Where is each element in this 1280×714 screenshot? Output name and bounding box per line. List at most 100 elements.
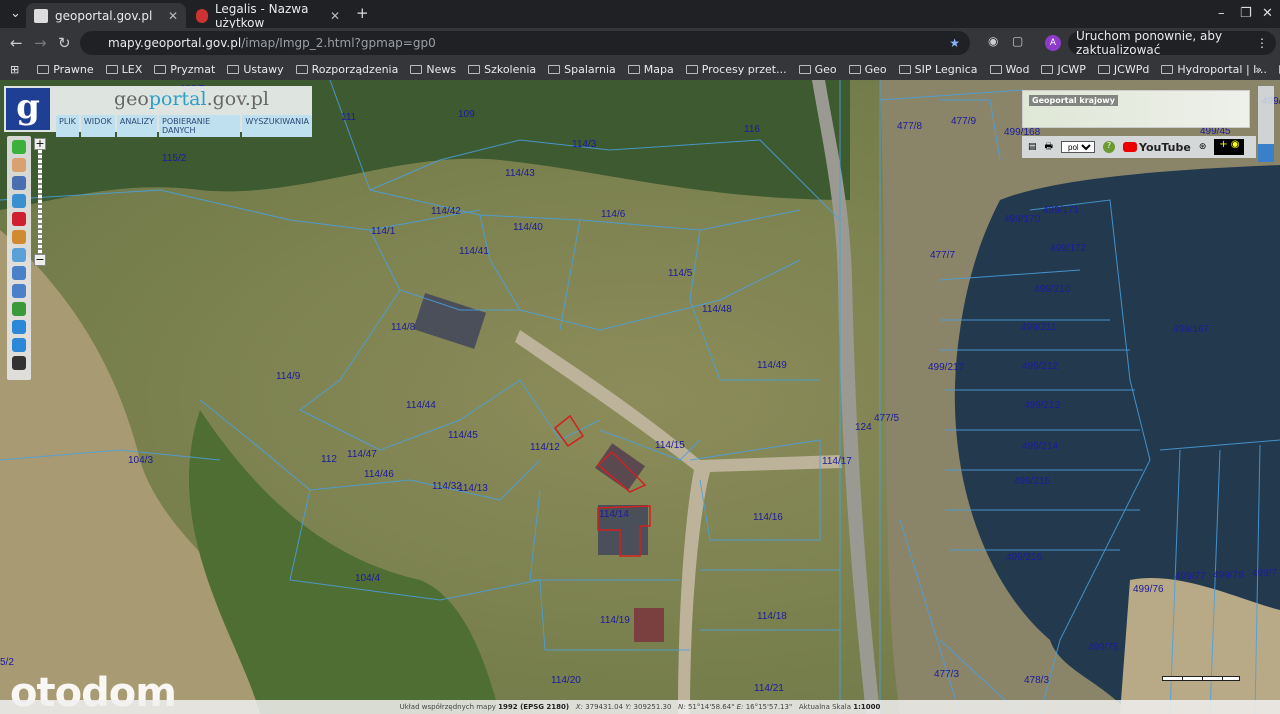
language-select[interactable]: pol [1061,141,1096,153]
accessibility-icon[interactable]: ⊛ [1199,142,1207,152]
parcel-label[interactable]: 114/8 [391,322,415,333]
parcel-label[interactable]: 114/16 [753,512,783,523]
zoom-in-tool-icon[interactable] [12,266,26,280]
youtube-link[interactable]: YouTube [1123,141,1191,154]
close-tab-icon[interactable]: ✕ [168,9,178,23]
clear-tool-icon[interactable] [12,356,26,370]
bookmark-item[interactable]: JCWP [1041,63,1086,76]
parcel-label[interactable]: 499/210 [1034,284,1070,295]
bookmark-item[interactable]: SIP Legnica [898,63,978,76]
parcel-label[interactable]: 499/75 [1088,642,1119,653]
parcel-label[interactable]: 499/7 [1252,568,1277,579]
forward-icon[interactable]: → [34,34,47,52]
parcel-label[interactable]: 114/40 [513,222,543,233]
close-window-icon[interactable]: ✕ [1262,6,1273,21]
parcel-label[interactable]: 114/15 [655,440,685,451]
parcel-label[interactable]: 114/9 [276,371,300,382]
select-tool-icon[interactable] [12,194,26,208]
parcel-label[interactable]: 114/21 [754,683,784,694]
bookmark-item[interactable]: Szkolenia [468,63,536,76]
parcel-label[interactable]: 114/6 [601,209,625,220]
parcel-label[interactable]: 115/2 [162,153,186,164]
zoom-in-button[interactable]: + [34,138,46,150]
menu-plik[interactable]: PLIK [56,115,79,137]
eye-view-icon[interactable] [1258,144,1274,162]
bookmark-item[interactable]: Geo [798,63,837,76]
map-canvas[interactable]: 108/5111109116115/2114/3114/43114/42114/… [0,80,1280,714]
legend-icon[interactable]: ▤ [1028,142,1037,152]
parcel-label[interactable]: 477/5 [874,413,899,424]
bookmark-item[interactable]: Rozporządzenia [295,63,398,76]
restore-icon[interactable]: ❐ [1240,6,1252,21]
parcel-label[interactable]: 499/78 [1213,570,1244,581]
zoom-slider[interactable]: + − [34,138,46,270]
zoom-out-tool-icon[interactable] [12,284,26,298]
more-bookmarks-button[interactable]: » [1255,63,1262,76]
parcel-label[interactable]: 114/3 [572,139,596,150]
parcel-label[interactable]: 499/172 [1050,243,1086,254]
parcel-label[interactable]: 478/3 [1024,675,1049,686]
parcel-label[interactable]: 114/13 [458,483,488,494]
parcel-label[interactable]: 114/48 [702,304,732,315]
forward-tool-icon[interactable] [12,338,26,352]
parcel-label[interactable]: 477/3 [934,669,959,680]
menu-analizy[interactable]: ANALIZY [116,115,157,137]
parcel-label[interactable]: 114/19 [600,615,630,626]
help-icon[interactable]: ? [1103,141,1116,153]
menu-widok[interactable]: WIDOK [80,115,115,137]
parcel-label[interactable]: 114/1 [371,226,395,237]
close-tab-icon[interactable]: ✕ [330,9,340,23]
parcel-label[interactable]: 104/4 [355,573,380,584]
select-red-tool-icon[interactable] [12,212,26,226]
globe-tool-icon[interactable] [12,302,26,316]
parcel-label[interactable]: 499/170 [1004,214,1040,225]
bookmark-item[interactable]: Spalarnia [548,63,616,76]
measure-tool-icon[interactable] [12,230,26,244]
parcel-label[interactable]: 114/14 [599,509,629,520]
parcel-label[interactable]: 499/76 [1133,584,1164,595]
address-bar[interactable]: mapy.geoportal.gov.pl/imap/Imgp_2.html?g… [80,31,970,55]
parcel-label[interactable]: 116 [744,124,760,135]
parcel-label[interactable]: 477/8 [897,121,922,132]
parcel-label[interactable]: 114/49 [757,360,787,371]
profile-avatar[interactable]: A [1045,35,1061,51]
reload-icon[interactable]: ↻ [58,34,71,52]
parcel-label[interactable]: 477/7 [930,250,955,261]
parcel-label[interactable]: 114/5 [668,268,692,279]
high-contrast-button[interactable]: + ◉ [1214,139,1245,155]
bookmark-item[interactable]: Wod [989,63,1029,76]
bookmark-item[interactable]: Procesy przet... [685,63,787,76]
parcel-label[interactable]: 114/46 [364,469,394,480]
bookmark-item[interactable]: Mapa [627,63,674,76]
bookmark-item[interactable]: Prawne [37,63,94,76]
parcel-label[interactable]: 114/47 [347,449,377,460]
geoportal-logo[interactable]: g [6,88,50,130]
minimize-icon[interactable]: – [1218,6,1225,21]
zoom-out-button[interactable]: − [34,254,46,266]
info-tool-icon[interactable] [12,140,26,154]
parcel-label[interactable]: 477/9 [951,116,976,127]
parcel-label[interactable]: 499/214 [1022,441,1058,452]
parcel-label[interactable]: 124 [855,422,872,433]
new-tab-button[interactable]: + [356,4,369,22]
parcel-label[interactable]: 114/18 [757,611,787,622]
menu-wyszukiwania[interactable]: WYSZUKIWANIA [242,115,312,137]
menu-pobieranie-danych[interactable]: POBIERANIE DANYCH [159,115,241,137]
pan-tool-icon[interactable] [12,158,26,172]
parcel-label[interactable]: 112 [321,454,337,465]
parcel-label[interactable]: 114/42 [431,206,461,217]
tab-legalis[interactable]: Legalis - Nazwa użytkow ✕ [188,2,348,30]
legend-tool-icon[interactable] [12,176,26,190]
parcel-label[interactable]: 114/12 [530,442,560,453]
parcel-label[interactable]: 499/216 [1006,552,1042,563]
back-tool-icon[interactable] [12,320,26,334]
overview-map[interactable]: Geoportal krajowy [1022,90,1250,128]
print-icon[interactable]: 🖶 [1045,139,1054,155]
parcel-label[interactable]: 109 [458,109,475,120]
parcel-label[interactable]: 114/41 [459,246,489,257]
bookmark-item[interactable]: JCWPd [1097,63,1149,76]
parcel-label[interactable]: 499/213 [1024,400,1060,411]
apps-icon[interactable]: ⊞ [10,63,19,76]
tab-search-icon[interactable]: ⌄ [10,6,21,21]
parcel-label[interactable]: 5/2 [0,657,14,668]
